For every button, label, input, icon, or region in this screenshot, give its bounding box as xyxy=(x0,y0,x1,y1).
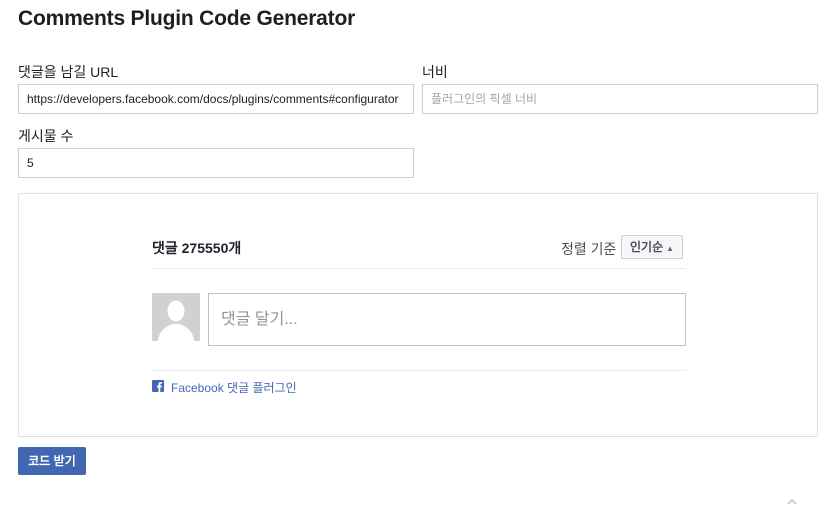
sort-chevron-icon: ▲ xyxy=(666,244,675,253)
default-avatar-icon xyxy=(152,293,200,341)
width-label: 너비 xyxy=(422,64,448,80)
facebook-plugin-link-label: Facebook 댓글 플러그인 xyxy=(171,381,297,395)
plugin-preview: 댓글 275550개 정렬 기준 인기순 ▲ 댓글 달기... Facebook … xyxy=(18,193,818,437)
divider xyxy=(152,268,686,269)
sort-select[interactable]: 인기순 ▲ xyxy=(621,235,684,259)
scroll-top-icon[interactable] xyxy=(787,493,797,505)
comment-count: 댓글 275550개 xyxy=(152,240,242,256)
width-input[interactable] xyxy=(422,84,818,114)
divider xyxy=(152,370,686,371)
get-code-button[interactable]: 코드 받기 xyxy=(18,447,86,475)
comment-input[interactable]: 댓글 달기... xyxy=(208,293,686,346)
posts-input[interactable] xyxy=(18,148,414,178)
url-label: 댓글을 남길 URL xyxy=(18,64,119,80)
facebook-icon xyxy=(152,380,164,392)
posts-label: 게시물 수 xyxy=(18,128,74,144)
page-title: Comments Plugin Code Generator xyxy=(18,7,356,30)
url-input[interactable] xyxy=(18,84,414,114)
sort-label: 정렬 기준 xyxy=(561,241,617,257)
sort-select-value: 인기순 xyxy=(630,240,664,254)
